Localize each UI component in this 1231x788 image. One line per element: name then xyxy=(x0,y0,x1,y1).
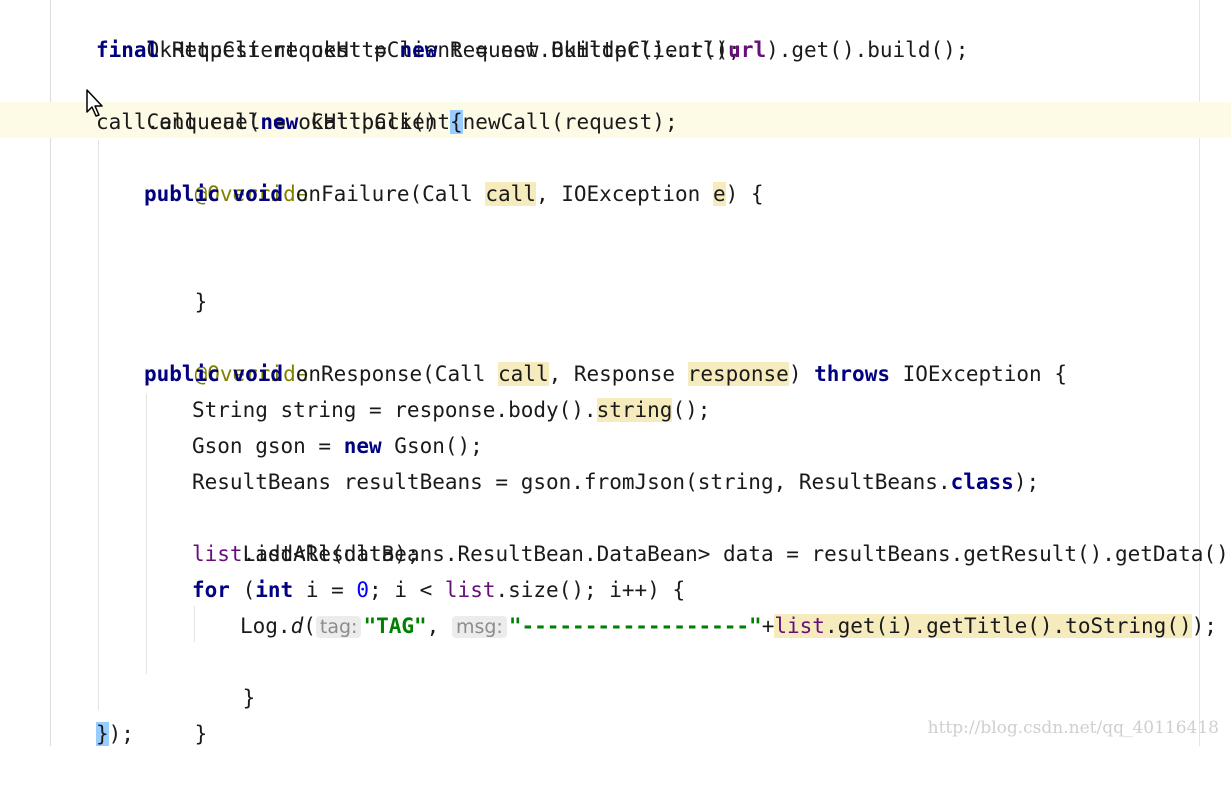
parameter-hint-tag: tag: xyxy=(315,616,362,638)
highlighted-param: call xyxy=(498,362,549,386)
code-text: onResponse(Call xyxy=(283,362,499,386)
mouse-pointer-icon xyxy=(86,89,103,117)
code-text: .addAll(data); xyxy=(242,542,420,566)
code-text: + xyxy=(761,614,775,638)
code-text: } xyxy=(194,290,208,314)
code-line[interactable]: final Request request = new Request.Buil… xyxy=(96,32,968,68)
code-line[interactable]: } xyxy=(144,248,208,314)
parameter-hint-msg: msg: xyxy=(451,616,507,638)
code-text: String string = response.body(). xyxy=(192,398,597,422)
indent-guide xyxy=(146,394,147,674)
keyword: class xyxy=(950,470,1014,494)
code-text: Callback() xyxy=(298,110,451,134)
code-text: Log. xyxy=(240,614,291,638)
code-text: ) xyxy=(788,362,815,386)
string-literal: "------------------" xyxy=(508,614,762,638)
code-text: ); xyxy=(1191,614,1217,638)
keyword: public void xyxy=(144,182,284,206)
number-literal: 0 xyxy=(356,578,370,602)
code-text: ; i < xyxy=(369,578,445,602)
code-text: ) { xyxy=(725,182,764,206)
highlighted-call: string xyxy=(596,398,673,422)
code-line[interactable]: OkHttpClient okHttpClient = new OkHttpCl… xyxy=(96,0,741,62)
field-reference: url xyxy=(728,38,767,62)
indent-guide xyxy=(194,606,195,642)
code-line[interactable]: Gson gson = new Gson(); xyxy=(192,428,483,464)
code-line[interactable]: for (int i = 0; i < list.size(); i++) { xyxy=(192,572,685,608)
keyword: for xyxy=(192,578,230,602)
highlighted-expression: list.get(i).getTitle().toString() xyxy=(774,614,1192,638)
code-text: , Response xyxy=(548,362,688,386)
code-line[interactable]: @Override xyxy=(144,140,309,206)
code-text: ( xyxy=(229,578,256,602)
code-text: } xyxy=(242,686,256,710)
keyword: new xyxy=(399,38,438,62)
code-text: Request.Builder().url( xyxy=(437,38,729,62)
code-text: .size(); i++) { xyxy=(495,578,686,602)
keyword: public void xyxy=(144,362,284,386)
indent-guide xyxy=(98,140,99,710)
string-literal: "TAG" xyxy=(363,614,427,638)
code-line[interactable]: Log.d(tag: "TAG", msg: "------------------… xyxy=(240,608,1217,644)
highlighted-param: e xyxy=(712,182,726,206)
static-method: d xyxy=(290,614,304,638)
code-line[interactable]: call.enqueue(new Callback() { xyxy=(96,104,463,140)
code-line[interactable]: Call call = okHttpClient.newCall(request… xyxy=(96,68,678,134)
code-text: ResultBeans resultBeans = gson.fromJson(… xyxy=(192,470,951,494)
code-text: call.enqueue( xyxy=(96,110,261,134)
watermark: http://blog.csdn.net/qq_40116418 xyxy=(927,718,1219,738)
highlighted-param: call xyxy=(485,182,536,206)
matched-brace: } xyxy=(96,722,109,746)
code-text: ).get().build(); xyxy=(766,38,969,62)
code-line[interactable]: @Override xyxy=(144,320,309,386)
highlighted-param: response xyxy=(687,362,789,386)
code-text: i = xyxy=(293,578,357,602)
code-line[interactable]: List<ResultBeans.ResultBean.DataBean> da… xyxy=(192,500,1231,566)
code-text: Request request = xyxy=(159,38,400,62)
matched-brace: { xyxy=(450,110,463,134)
field-reference: list xyxy=(444,578,496,602)
code-line[interactable]: } xyxy=(192,644,256,710)
code-text: ( xyxy=(303,614,316,638)
code-line[interactable]: list.addAll(data); xyxy=(192,536,420,572)
code-text: , xyxy=(426,614,452,638)
code-line[interactable]: } xyxy=(144,680,208,746)
code-line[interactable]: public void onResponse(Call call, Respon… xyxy=(144,356,1067,392)
code-text: (); xyxy=(672,398,711,422)
field-reference: list xyxy=(192,542,243,566)
code-line[interactable]: ResultBeans resultBeans = gson.fromJson(… xyxy=(192,464,1039,500)
code-line[interactable]: }); xyxy=(96,716,134,752)
keyword: throws xyxy=(814,362,890,386)
code-text: , IOException xyxy=(535,182,713,206)
code-text: Gson(); xyxy=(381,434,483,458)
keyword: new xyxy=(343,434,382,458)
code-text: ); xyxy=(108,722,134,746)
field-reference: list xyxy=(774,614,825,638)
keyword: new xyxy=(260,110,299,134)
keyword: final xyxy=(96,38,160,62)
code-text: ); xyxy=(1013,470,1040,494)
code-text: IOException { xyxy=(889,362,1067,386)
code-line[interactable]: String string = response.body().string()… xyxy=(192,392,710,428)
code-text: .get(i).getTitle().toString() xyxy=(824,614,1192,638)
code-text: } xyxy=(194,722,208,746)
code-text: Gson gson = xyxy=(192,434,344,458)
code-text: onFailure(Call xyxy=(283,182,486,206)
code-line[interactable]: public void onFailure(Call call, IOExcep… xyxy=(144,176,764,212)
keyword: int xyxy=(255,578,294,602)
